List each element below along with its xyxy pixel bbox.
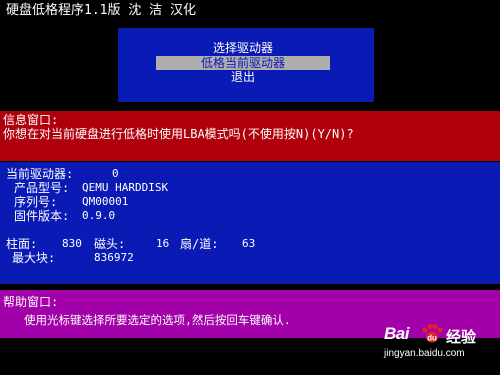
- app-title: 硬盘低格程序1.1版 沈 洁 汉化: [6, 3, 196, 18]
- baidu-paw-icon: du: [420, 322, 444, 351]
- svg-text:du: du: [427, 334, 437, 343]
- main-menu: 选择驱动器 低格当前驱动器 退出: [118, 28, 374, 102]
- sectors-value: 63: [242, 237, 256, 250]
- info-window-title: 信息窗口:: [3, 113, 59, 127]
- model-value: QEMU HARDDISK: [82, 181, 169, 194]
- max-block-value: 836972: [94, 251, 134, 264]
- help-message: 使用光标键选择所要选定的选项,然后按回车键确认.: [24, 313, 291, 327]
- watermark-jingyan: 经验: [446, 329, 477, 346]
- current-drive-value: 0: [112, 167, 119, 180]
- max-block-label: 最大块:: [12, 251, 56, 265]
- sectors-label: 扇/道:: [180, 237, 219, 251]
- info-message: 你想在对当前硬盘进行低格时使用LBA模式吗(不使用按N)(Y/N)?: [3, 127, 354, 141]
- heads-value: 16: [156, 237, 170, 250]
- cylinders-label: 柱面:: [6, 237, 38, 251]
- watermark-brand: Bai: [384, 324, 409, 343]
- serial-value: QM00001: [82, 195, 129, 208]
- help-window-title: 帮助窗口:: [3, 295, 59, 309]
- menu-item-format-drive[interactable]: 低格当前驱动器: [156, 56, 330, 70]
- firmware-value: 0.9.0: [82, 209, 116, 222]
- menu-item-exit[interactable]: 退出: [156, 70, 330, 84]
- menu-item-select-drive[interactable]: 选择驱动器: [156, 41, 330, 55]
- model-label: 产品型号:: [14, 181, 70, 195]
- current-drive-label: 当前驱动器:: [6, 167, 74, 181]
- info-window: 信息窗口: 你想在对当前硬盘进行低格时使用LBA模式吗(不使用按N)(Y/N)?: [0, 111, 500, 161]
- watermark-url: jingyan.baidu.com: [384, 348, 465, 359]
- drive-info-panel: 当前驱动器: 0 产品型号: QEMU HARDDISK 序列号: QM0000…: [0, 162, 500, 284]
- firmware-label: 固件版本:: [14, 209, 70, 223]
- baidu-jingyan-watermark: Bai du 经验 jingyan.baidu.com: [384, 322, 496, 370]
- cylinders-value: 830: [62, 237, 82, 250]
- heads-label: 磁头:: [94, 237, 126, 251]
- serial-label: 序列号:: [14, 195, 58, 209]
